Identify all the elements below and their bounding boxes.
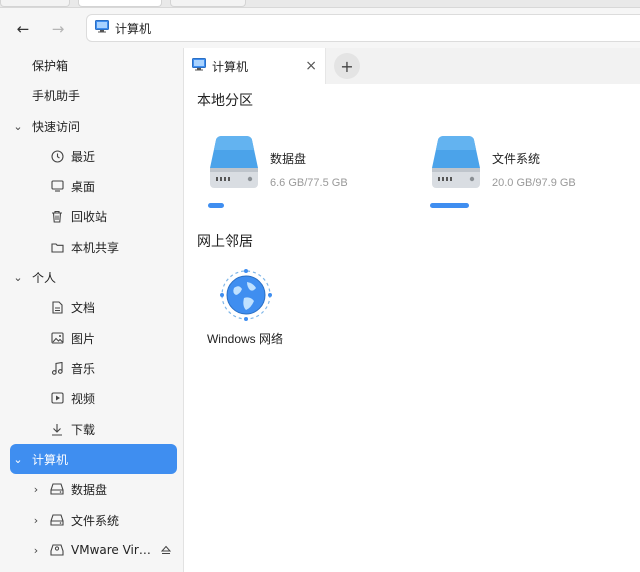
hard-drive-icon bbox=[50, 513, 64, 527]
download-icon bbox=[50, 422, 64, 436]
clock-icon bbox=[50, 149, 64, 163]
music-note-icon bbox=[50, 361, 64, 375]
sidebar: 保护箱 手机助手 ⌄ 快速访问 最近 桌面 回收站 本机共享 ⌄ 个人 文档 图… bbox=[0, 48, 182, 572]
drive-file-system[interactable]: 文件系统 20.0 GB/97.9 GB bbox=[430, 136, 630, 226]
sidebar-item-label: 音乐 bbox=[71, 361, 96, 376]
sidebar-item-label: 回收站 bbox=[71, 209, 108, 224]
chevron-right-icon[interactable]: › bbox=[30, 514, 42, 527]
close-icon[interactable]: × bbox=[305, 58, 317, 74]
sidebar-item-label: 文件系统 bbox=[71, 513, 120, 528]
drive-usage-bar bbox=[208, 203, 224, 208]
computer-icon bbox=[192, 58, 206, 74]
hard-drive-icon bbox=[432, 136, 480, 188]
drive-size: 6.6 GB/77.5 GB bbox=[270, 177, 348, 189]
folder-icon bbox=[50, 240, 64, 254]
sidebar-item-label: 文档 bbox=[71, 300, 96, 315]
video-icon bbox=[50, 391, 64, 405]
sidebar-item-label: 图片 bbox=[71, 331, 96, 346]
new-tab-button[interactable]: + bbox=[334, 53, 360, 79]
sidebar-item-label: 最近 bbox=[71, 149, 96, 164]
sidebar-item-label: 本机共享 bbox=[71, 240, 120, 255]
sidebar-item-pictures[interactable]: 图片 bbox=[10, 323, 177, 353]
drive-data-disk[interactable]: 数据盘 6.6 GB/77.5 GB bbox=[208, 136, 408, 226]
tab-bar: 计算机 × + bbox=[184, 48, 640, 84]
sidebar-item-documents[interactable]: 文档 bbox=[10, 292, 177, 322]
sidebar-group-quick-access[interactable]: ⌄ 快速访问 bbox=[10, 111, 177, 141]
sidebar-item-label: 下载 bbox=[71, 422, 96, 437]
sidebar-item-label: 手机助手 bbox=[32, 88, 81, 103]
drive-size: 20.0 GB/97.9 GB bbox=[492, 177, 576, 189]
sidebar-item-vmware[interactable]: › VMware Virt… bbox=[10, 535, 177, 565]
window-tab-3[interactable] bbox=[170, 0, 246, 7]
computer-icon bbox=[95, 20, 109, 36]
sidebar-item-label: 计算机 bbox=[32, 452, 69, 467]
address-bar[interactable]: 计算机 bbox=[86, 14, 640, 42]
sidebar-item-downloads[interactable]: 下载 bbox=[10, 414, 177, 444]
address-path: 计算机 bbox=[115, 21, 152, 36]
main-panel: 计算机 × + 本地分区 数据盘 6.6 GB/77.5 GB 文件系统 20.… bbox=[183, 48, 640, 572]
sidebar-item-label: 桌面 bbox=[71, 179, 96, 194]
forward-button[interactable]: → bbox=[47, 18, 69, 40]
sidebar-group-personal[interactable]: ⌄ 个人 bbox=[10, 262, 177, 292]
chevron-right-icon[interactable]: › bbox=[30, 544, 42, 557]
drive-usage-bar bbox=[430, 203, 469, 208]
sidebar-item-label: 个人 bbox=[32, 270, 57, 285]
sidebar-item-file-system[interactable]: › 文件系统 bbox=[10, 505, 177, 535]
window-tab-strip bbox=[0, 0, 640, 8]
network-neighborhood-title: 网上邻居 bbox=[197, 234, 253, 250]
sidebar-item-label: 保护箱 bbox=[32, 58, 69, 73]
hard-drive-icon bbox=[210, 136, 258, 188]
chevron-down-icon[interactable]: ⌄ bbox=[12, 120, 24, 133]
network-item-label: Windows 网络 bbox=[206, 332, 283, 346]
tab-label: 计算机 bbox=[212, 59, 249, 74]
network-item-windows[interactable]: Windows 网络 bbox=[200, 268, 290, 348]
chevron-right-icon[interactable]: › bbox=[30, 483, 42, 496]
chevron-down-icon[interactable]: ⌄ bbox=[12, 453, 24, 466]
optical-drive-icon bbox=[50, 543, 64, 557]
trash-icon bbox=[50, 209, 64, 223]
sidebar-group-computer[interactable]: ⌄ 计算机 bbox=[10, 444, 177, 474]
window-tab-2[interactable] bbox=[78, 0, 162, 7]
drive-name: 数据盘 bbox=[270, 152, 307, 166]
sidebar-item-desktop[interactable]: 桌面 bbox=[10, 171, 177, 201]
window-tab-1[interactable] bbox=[0, 0, 70, 7]
sidebar-item-recent[interactable]: 最近 bbox=[10, 141, 177, 171]
sidebar-item-label: 数据盘 bbox=[71, 482, 108, 497]
image-icon bbox=[50, 331, 64, 345]
local-partitions-title: 本地分区 bbox=[197, 93, 253, 109]
back-button[interactable]: ← bbox=[12, 18, 34, 40]
drive-name: 文件系统 bbox=[492, 152, 541, 166]
sidebar-item-phone-assistant[interactable]: 手机助手 bbox=[10, 80, 177, 110]
document-icon bbox=[50, 300, 64, 314]
sidebar-item-label: VMware Virt… bbox=[71, 543, 153, 557]
globe-network-icon bbox=[220, 269, 272, 321]
sidebar-item-trash[interactable]: 回收站 bbox=[10, 201, 177, 231]
sidebar-item-local-share[interactable]: 本机共享 bbox=[10, 232, 177, 262]
sidebar-item-vault[interactable]: 保护箱 bbox=[10, 50, 177, 80]
hard-drive-icon bbox=[50, 482, 64, 496]
monitor-icon bbox=[50, 179, 64, 193]
sidebar-item-label: 快速访问 bbox=[32, 119, 81, 134]
sidebar-item-label: 视频 bbox=[71, 391, 96, 406]
sidebar-item-data-disk[interactable]: › 数据盘 bbox=[10, 474, 177, 504]
sidebar-item-videos[interactable]: 视频 bbox=[10, 383, 177, 413]
eject-icon[interactable] bbox=[159, 543, 173, 557]
chevron-down-icon[interactable]: ⌄ bbox=[12, 271, 24, 284]
toolbar: ← → 计算机 bbox=[0, 8, 640, 48]
sidebar-item-music[interactable]: 音乐 bbox=[10, 353, 177, 383]
tab-computer[interactable]: 计算机 × bbox=[184, 48, 326, 84]
